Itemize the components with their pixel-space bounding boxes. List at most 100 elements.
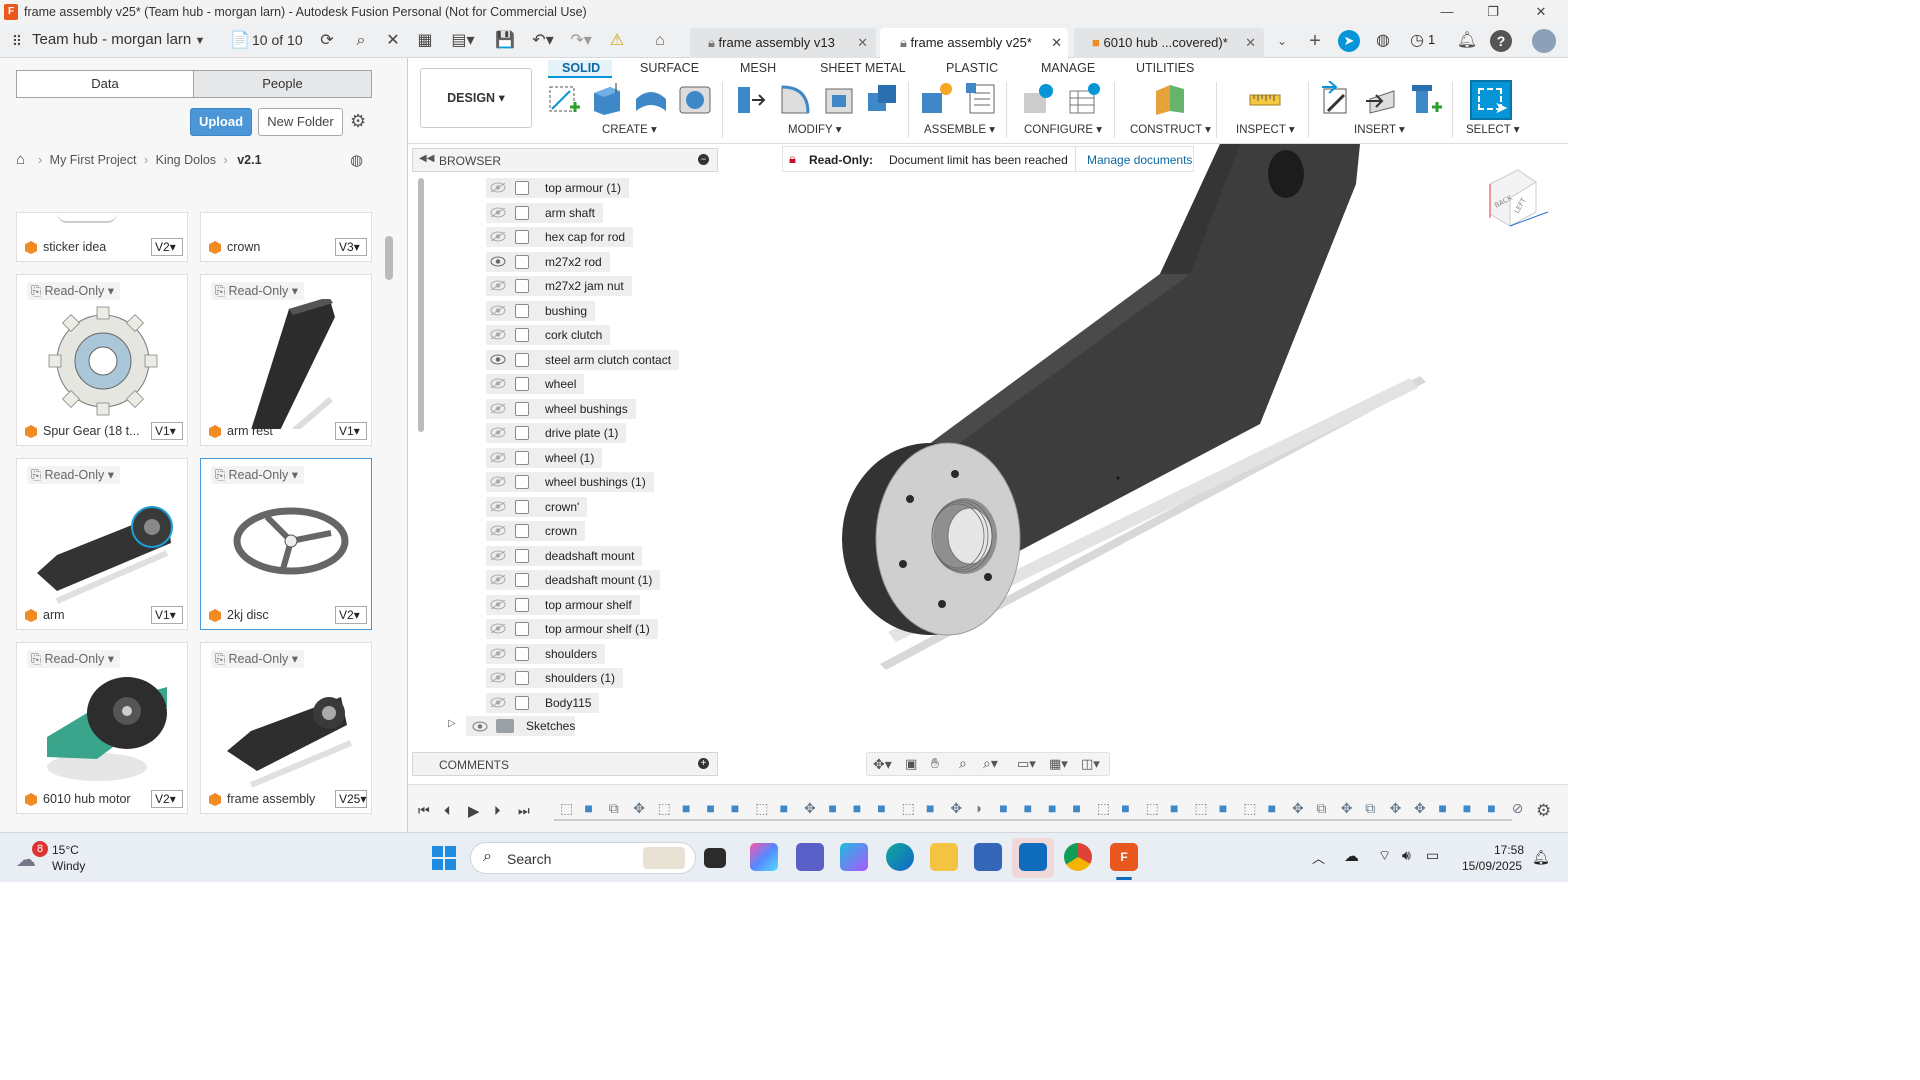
pan-icon[interactable]: ✋︎ [931, 755, 939, 772]
browser-item[interactable]: deadshaft mount (1) [486, 570, 661, 590]
insert-mcmaster-icon[interactable] [1408, 81, 1442, 117]
clock-time[interactable]: 17:58 [1494, 843, 1524, 857]
eye-hidden-icon[interactable] [490, 476, 506, 487]
tray-chevron-icon[interactable]: ︿ [1312, 848, 1325, 867]
fit-icon[interactable]: ⌕▾ [983, 755, 998, 772]
tab-frame-assembly-v13[interactable]: 🔒︎ frame assembly v13 ✕ [690, 28, 876, 58]
copilot-icon[interactable] [750, 843, 778, 871]
browser-item[interactable]: wheel bushings (1) [486, 472, 654, 492]
assemble-menu[interactable]: ASSEMBLE ▾ [924, 122, 995, 136]
timeline-feature-icon[interactable]: ■ [1268, 800, 1276, 816]
fusion-taskbar-icon[interactable]: F [1110, 843, 1138, 871]
job-status-icon[interactable]: 📄 [230, 30, 250, 52]
timeline-feature-icon[interactable]: ■ [1219, 800, 1227, 816]
timeline-feature-icon[interactable]: ⬚ [902, 800, 915, 817]
warning-icon[interactable]: ⚠ [606, 30, 628, 52]
tab-mesh[interactable]: MESH [740, 61, 776, 75]
tab-solid[interactable]: SOLID [562, 61, 600, 75]
version-select[interactable]: V1▾ [151, 422, 183, 440]
timeline-feature-icon[interactable]: ■ [1048, 800, 1056, 816]
browser-item[interactable]: hex cap for rod [486, 227, 634, 247]
timeline-feature-icon[interactable]: ■ [999, 800, 1007, 816]
save-icon[interactable]: 💾 [494, 30, 516, 52]
eye-hidden-icon[interactable] [490, 550, 506, 561]
eye-hidden-icon[interactable] [490, 697, 506, 708]
apps-grid-icon[interactable]: ▦ [414, 30, 436, 52]
timeline-feature-icon[interactable]: ✥ [1341, 800, 1353, 817]
browser-item[interactable]: shoulders [486, 643, 606, 664]
select-menu[interactable]: SELECT ▾ [1466, 122, 1520, 136]
job-history-icon[interactable]: ◷ [1406, 30, 1428, 52]
store-icon[interactable] [974, 843, 1002, 871]
add-comment-icon[interactable]: + [698, 758, 709, 769]
timeline-feature-icon[interactable]: ■ [1121, 800, 1129, 816]
combine-icon[interactable] [866, 81, 900, 117]
browser-item[interactable]: deadshaft mount [486, 545, 643, 566]
version-select[interactable]: V2▾ [151, 238, 183, 256]
grid-settings-icon[interactable]: ▦▾ [1049, 756, 1068, 772]
browser-item[interactable]: shoulders (1) [486, 668, 624, 688]
timeline-feature-icon[interactable]: ⬚ [1243, 800, 1256, 817]
eye-hidden-icon[interactable] [490, 672, 506, 683]
browser-item[interactable]: m27x2 jam nut [486, 276, 632, 296]
new-component-icon[interactable] [920, 81, 954, 117]
eye-hidden-icon[interactable] [490, 648, 506, 659]
timeline-feature-icon[interactable]: ✥ [1390, 800, 1402, 817]
browser-header[interactable]: ◀◀ BROWSER − [412, 148, 718, 172]
read-only-badge[interactable]: ⎘ Read-Only ▾ [211, 466, 304, 484]
clock-date[interactable]: 15/09/2025 [1462, 859, 1522, 873]
3d-viewport[interactable]: BACK LEFT [720, 144, 1568, 784]
notifications-icon[interactable]: 🔔︎ [1532, 849, 1550, 866]
viewports-icon[interactable]: ◫▾ [1081, 756, 1100, 772]
tab-data[interactable]: Data [16, 70, 194, 98]
bill-of-materials-icon[interactable] [964, 81, 998, 117]
gear-icon[interactable]: ⚙ [350, 111, 366, 132]
fillet-icon[interactable] [778, 81, 812, 117]
version-select[interactable]: V25▾ [335, 790, 367, 808]
file-card-2kj-disc[interactable]: ⎘ Read-Only ▾ 2kj disc V2▾ [200, 458, 372, 630]
eye-icon[interactable] [490, 354, 506, 365]
press-pull-icon[interactable] [734, 81, 768, 117]
configure-icon[interactable] [1022, 81, 1056, 117]
timeline-track[interactable]: ⬚ ■ ⧉ ✥ ⬚ ■ ■ ■ ⬚ ■ ✥ ■ ■ ■ ⬚ ■ ✥ ◗ ■ ■ ■ ■ ⬚ ■ ⬚ ■ ⬚ ■ ⬚ ■ ✥ ⧉ ✥ ⧉ ✥ ✥ ■ ■ ■ ⊘ [554, 799, 1523, 821]
eye-icon[interactable] [472, 721, 488, 732]
workspace-switcher[interactable]: DESIGN ▾ [420, 68, 532, 128]
inspect-menu[interactable]: INSPECT ▾ [1236, 122, 1295, 136]
measure-icon[interactable] [1248, 81, 1282, 117]
file-card-sticker-idea[interactable]: sticker idea V2▾ [16, 212, 188, 262]
collapse-browser-icon[interactable]: ◀◀ [419, 153, 434, 164]
bell-icon[interactable]: 🔔︎ [1456, 30, 1478, 52]
timeline-feature-icon[interactable]: ⧉ [1316, 800, 1326, 817]
tab-manage[interactable]: MANAGE [1041, 61, 1095, 75]
zoom-icon[interactable]: ⌕ [959, 755, 967, 772]
construct-menu[interactable]: CONSTRUCT ▾ [1130, 122, 1211, 136]
comments-panel[interactable]: COMMENTS + [412, 752, 718, 776]
file-card-crown[interactable]: crown V3▾ [200, 212, 372, 262]
timeline-feature-icon[interactable]: ■ [1438, 800, 1446, 816]
file-card-arm-rest[interactable]: ⎘ Read-Only ▾ arm rest V1▾ [200, 274, 372, 446]
timeline-feature-icon[interactable]: ■ [706, 800, 714, 816]
timeline-feature-icon[interactable]: ■ [1024, 800, 1032, 816]
chrome-icon[interactable] [1064, 843, 1092, 871]
tab-surface[interactable]: SURFACE [640, 61, 699, 75]
timeline-feature-icon[interactable]: ⬚ [1097, 800, 1110, 817]
tab-frame-assembly-v25[interactable]: 🔒︎ frame assembly v25* ✕ [880, 28, 1068, 58]
create-menu[interactable]: CREATE ▾ [602, 122, 657, 136]
modify-menu[interactable]: MODIFY ▾ [788, 122, 841, 136]
timeline-feature-icon[interactable]: ✥ [633, 800, 645, 817]
browser-item[interactable]: m27x2 rod [486, 251, 610, 272]
avatar[interactable] [1532, 29, 1556, 53]
wifi-icon[interactable]: ⌔ [1378, 847, 1391, 865]
outlook-icon[interactable] [1019, 843, 1047, 871]
browser-item[interactable]: drive plate (1) [486, 423, 627, 443]
configure-menu[interactable]: CONFIGURE ▾ [1024, 122, 1102, 136]
browser-item[interactable]: wheel (1) [486, 447, 603, 468]
timeline-feature-icon[interactable]: ■ [682, 800, 690, 816]
timeline-feature-icon[interactable]: ■ [853, 800, 861, 816]
eye-hidden-icon[interactable] [490, 525, 506, 536]
version-select[interactable]: V1▾ [151, 606, 183, 624]
eye-hidden-icon[interactable] [490, 403, 506, 414]
timeline-play-icon[interactable]: ▶ [468, 802, 480, 820]
expand-arrow-icon[interactable]: ▷ [448, 718, 456, 729]
minimize-icon[interactable]: — [1424, 2, 1470, 22]
